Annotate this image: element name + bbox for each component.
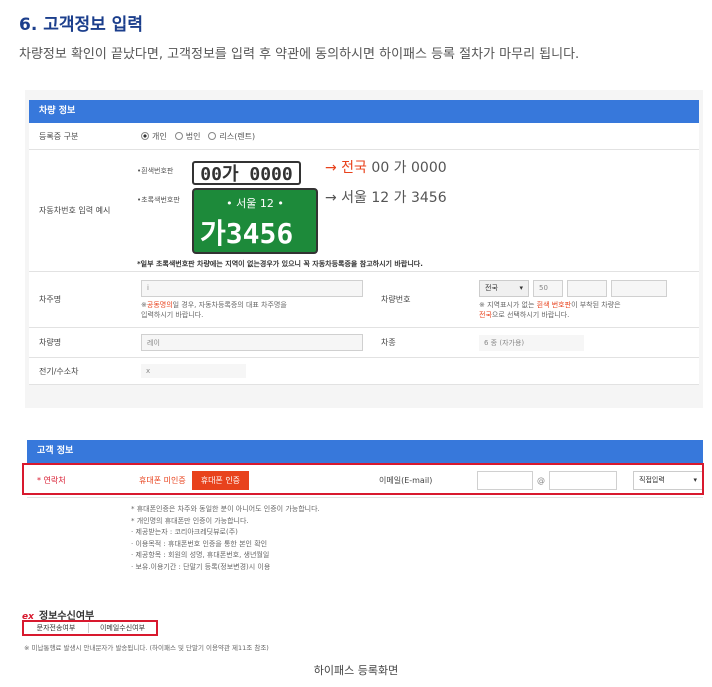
white-plate-image: 00가 0000: [192, 161, 301, 185]
owner-label: 차주명: [39, 295, 62, 304]
carno-label: 차량번호: [381, 295, 411, 304]
plate-example-label: 자동차번호 입력 예시: [39, 206, 111, 215]
plate-note: *일부 초록색번호판 차량에는 지역이 없는경우가 있으니 꼭 자동차등록증을 …: [137, 260, 423, 268]
page-title: 6. 고객정보 입력: [19, 15, 143, 35]
email-consent-option[interactable]: 이메일수신여부: [89, 623, 156, 633]
verify-notes: * 휴대폰인증은 차주와 동일한 분이 아니어도 인증이 가능합니다. * 개인…: [131, 505, 320, 571]
carno-region-select[interactable]: 전국 ▾: [479, 279, 529, 297]
carno-hangul-input[interactable]: [567, 279, 607, 297]
ev-label: 전기/수소차: [39, 366, 79, 376]
green-plate-label: •초록색번호판: [137, 196, 180, 204]
vehicle-panel: 차량 정보 등록증 구분 개인 법인 리스(렌트) 자동차번호 입력 예시 차주…: [25, 90, 703, 408]
white-plate-label: •흰색번호판: [137, 167, 174, 175]
owner-input[interactable]: i: [141, 279, 363, 297]
radio-dot-icon: [141, 132, 149, 140]
reg-type-label: 등록증 구분: [39, 131, 79, 141]
radio-personal[interactable]: 개인: [141, 131, 167, 142]
green-plate-image: • 서울 12 • 가3456: [192, 188, 318, 254]
reg-type-row: 등록증 구분 개인 법인 리스(렌트): [29, 123, 699, 150]
consent-options-box: 문자전송여부 이메일수신여부: [22, 620, 158, 636]
kind-label: 차종: [381, 338, 396, 347]
model-input[interactable]: 레이: [141, 334, 363, 351]
model-row: 차량명 레이 차종 6 종 (자가용): [29, 328, 699, 358]
co-owner-highlight: 공동명의: [146, 300, 173, 309]
owner-row: 차주명 i ※공동명의일 경우, 자동차등록증의 대표 차주명을 입력하시기 바…: [29, 272, 699, 328]
consent-footnote: ※ 미납통행료 발생시 안내문자가 발송됩니다. (하이패스 및 단말기 이용약…: [24, 644, 269, 652]
model-label: 차량명: [39, 338, 62, 347]
image-caption: 하이패스 등록화면: [313, 664, 399, 677]
sms-consent-option[interactable]: 문자전송여부: [24, 623, 89, 633]
dropdown-arrow-icon: ▾: [519, 284, 523, 292]
carno-digits-input[interactable]: [611, 279, 667, 297]
page-subtitle: 차량정보 확인이 끝났다면, 고객정보를 입력 후 약관에 동의하시면 하이패스…: [19, 47, 580, 62]
radio-corporate[interactable]: 법인: [174, 131, 200, 142]
radio-lease[interactable]: 리스(렌트): [208, 131, 255, 142]
ev-value: x: [141, 364, 246, 378]
kind-value: 6 종 (자가용): [479, 334, 584, 351]
green-plate-result: → 서울 12 가 3456: [325, 190, 447, 206]
carno-number-input[interactable]: 50: [533, 279, 563, 297]
radio-dot-icon: [174, 132, 183, 140]
customer-header: 고객 정보: [27, 440, 703, 463]
ev-row: 전기/수소차 x: [29, 358, 699, 385]
vehicle-header: 차량 정보: [29, 100, 699, 123]
radio-dot-icon: [208, 132, 217, 140]
contact-highlight-box: [22, 463, 704, 495]
